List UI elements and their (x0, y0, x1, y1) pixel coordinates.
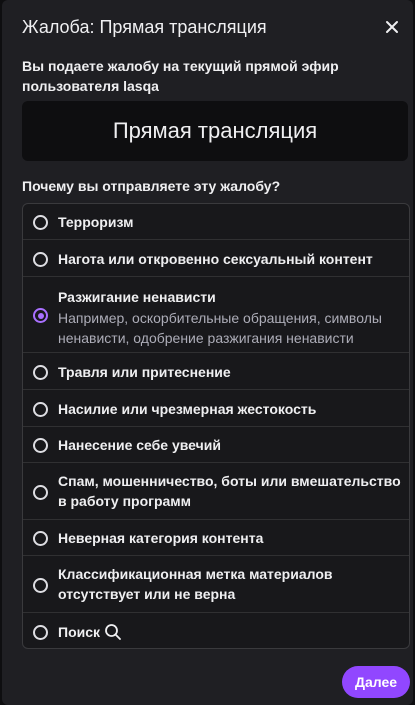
modal-header: Жалоба: Прямая трансляция (2, 0, 413, 54)
radio-button[interactable] (33, 625, 48, 640)
option-label-row: Поиск (58, 622, 401, 642)
option-description: Например, оскорбительные обращения, симв… (58, 310, 382, 346)
option-label: Спам, мошенничество, боты или вмешательс… (58, 473, 401, 509)
radio-button[interactable] (33, 365, 48, 380)
radio-button[interactable] (33, 485, 48, 500)
radio-button[interactable] (33, 531, 48, 546)
option-violence[interactable]: Насилие или чрезмерная жестокость (23, 390, 409, 427)
option-label: Травля или притеснение (58, 364, 231, 380)
radio-button[interactable] (33, 215, 48, 230)
radio-button-selected[interactable] (33, 308, 48, 323)
report-modal: Жалоба: Прямая трансляция Вы подаете жал… (2, 0, 413, 705)
option-wrong-category[interactable]: Неверная категория контента (23, 520, 409, 556)
option-terrorism[interactable]: Терроризм (23, 204, 409, 240)
reason-question: Почему вы отправляете эту жалобу? (22, 178, 281, 194)
next-button[interactable]: Далее (342, 666, 410, 698)
radio-button[interactable] (33, 252, 48, 267)
option-nudity[interactable]: Нагота или откровенно сексуальный контен… (23, 240, 409, 277)
modal-title: Жалоба: Прямая трансляция (22, 17, 267, 37)
radio-button[interactable] (33, 402, 48, 417)
option-label: Терроризм (58, 214, 134, 230)
intro-text: Вы подаете жалобу на текущий прямой эфир… (22, 58, 339, 94)
reason-list: Терроризм Нагота или откровенно сексуаль… (22, 203, 410, 649)
option-label: Поиск (58, 624, 101, 640)
option-self-harm[interactable]: Нанесение себе увечий (23, 427, 409, 463)
option-label: Классификационная метка материалов отсут… (58, 566, 333, 602)
option-harassment[interactable]: Травля или притеснение (23, 353, 409, 390)
option-label: Разжигание ненависти (58, 289, 216, 305)
option-label: Неверная категория контента (58, 530, 264, 546)
option-classification-label[interactable]: Классификационная метка материалов отсут… (23, 556, 409, 613)
report-target: Прямая трансляция (22, 101, 408, 161)
close-button[interactable] (379, 14, 405, 40)
option-hate-speech[interactable]: Разжигание ненависти Например, оскорбите… (23, 277, 409, 353)
close-icon (386, 21, 398, 33)
option-label: Нагота или откровенно сексуальный контен… (58, 251, 373, 267)
option-label: Нанесение себе увечий (58, 437, 221, 453)
radio-button[interactable] (33, 438, 48, 453)
option-label: Насилие или чрезмерная жестокость (58, 401, 317, 417)
option-search[interactable]: Поиск (23, 613, 409, 648)
radio-button[interactable] (33, 578, 48, 593)
option-spam[interactable]: Спам, мошенничество, боты или вмешательс… (23, 463, 409, 520)
search-icon (105, 623, 121, 640)
